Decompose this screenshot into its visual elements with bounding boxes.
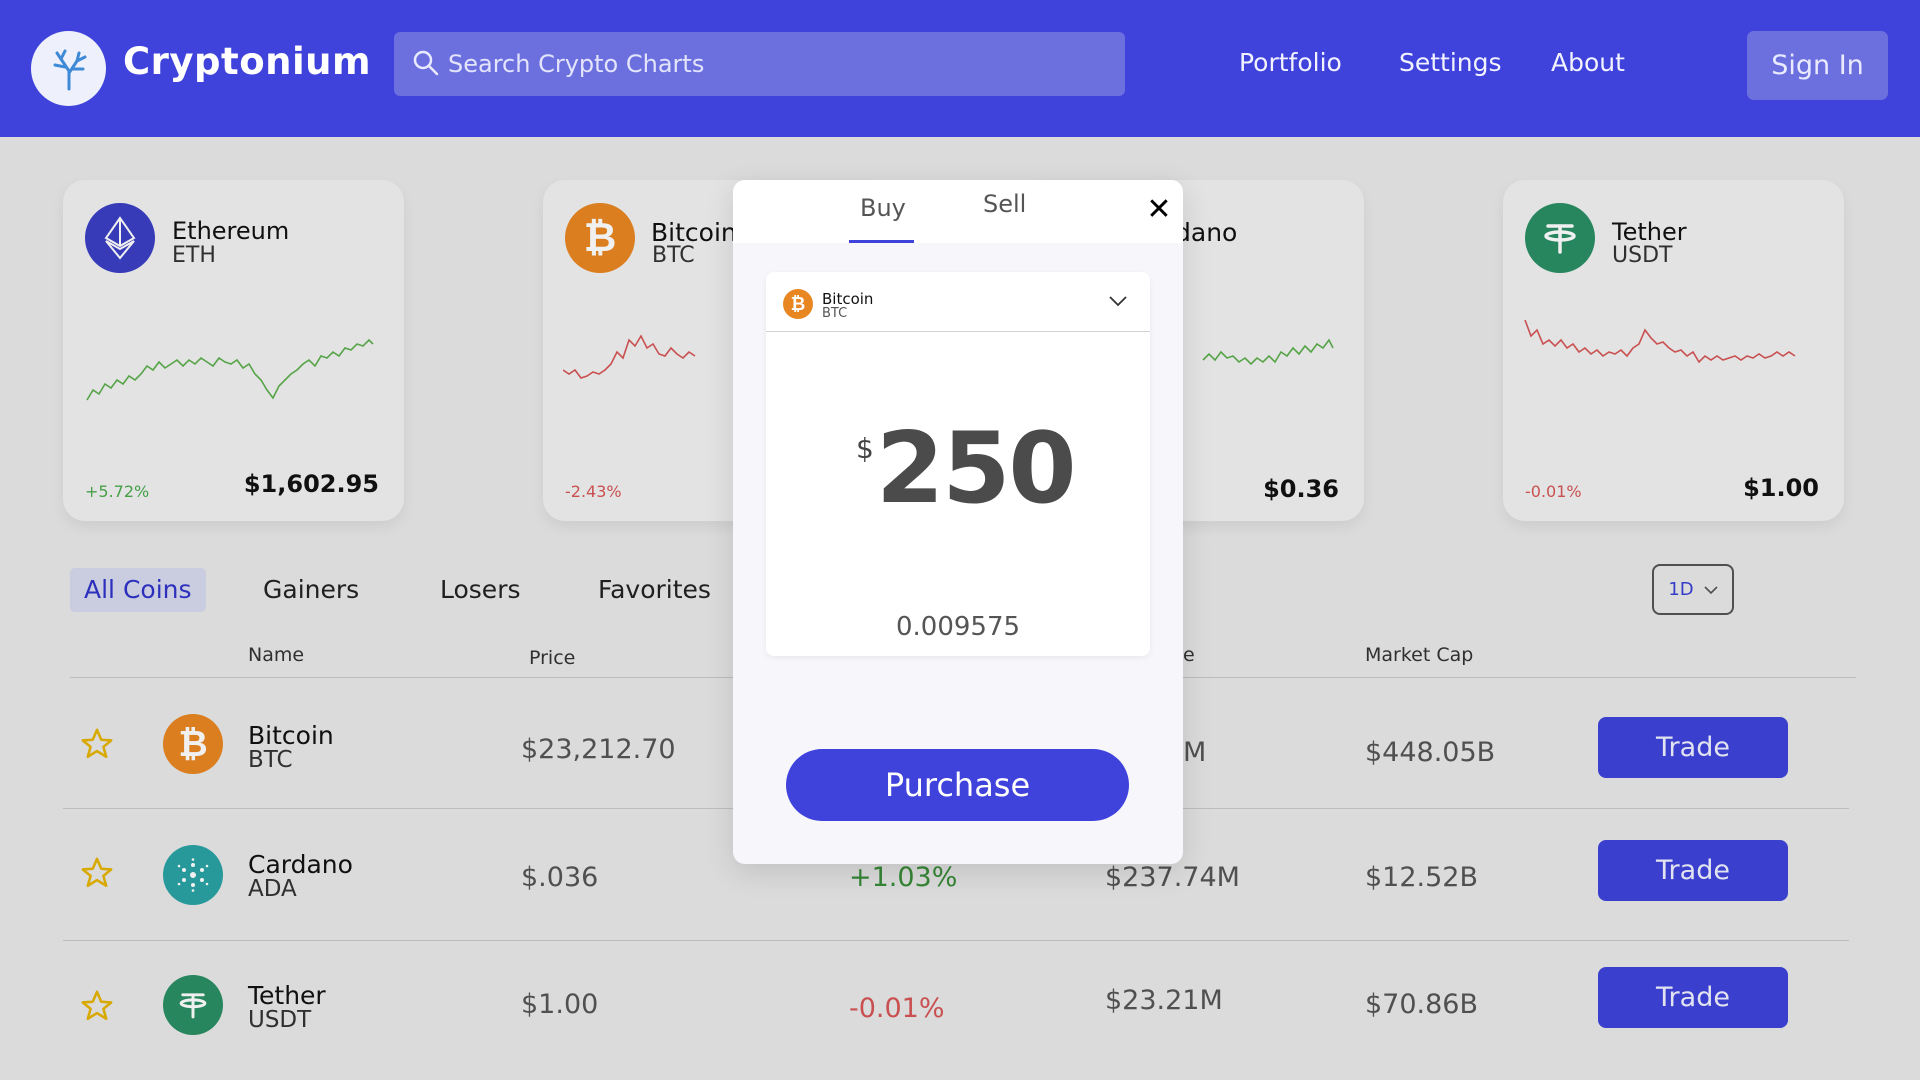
nav-settings[interactable]: Settings <box>1399 48 1502 77</box>
nav-about[interactable]: About <box>1551 48 1625 77</box>
purchase-button[interactable]: Purchase <box>786 749 1129 821</box>
asset-symbol: BTC <box>822 306 848 321</box>
modal-tab-bar: Buy Sell ✕ <box>733 180 1183 243</box>
bitcoin-icon: ₿ <box>783 289 813 319</box>
amount-input[interactable]: 250 <box>876 412 1077 526</box>
asset-dropdown[interactable]: ₿ Bitcoin BTC <box>766 272 1150 332</box>
currency-symbol: $ <box>856 432 874 465</box>
nav-portfolio[interactable]: Portfolio <box>1239 48 1342 77</box>
tab-sell[interactable]: Sell <box>983 190 1026 218</box>
search-icon <box>413 50 439 76</box>
active-tab-indicator <box>849 240 914 243</box>
crypto-amount: 0.009575 <box>895 612 1021 642</box>
coral-logo-icon[interactable] <box>31 31 106 106</box>
trade-modal: Buy Sell ✕ ₿ Bitcoin BTC $ 250 0.009575 … <box>733 180 1183 864</box>
chevron-down-icon <box>1109 296 1127 307</box>
amount-card: ₿ Bitcoin BTC $ 250 0.009575 <box>766 272 1150 656</box>
tab-buy[interactable]: Buy <box>860 194 906 222</box>
search-bar[interactable] <box>394 32 1125 96</box>
sign-in-button[interactable]: Sign In <box>1747 31 1888 100</box>
search-input[interactable] <box>448 32 1108 96</box>
top-navbar: Cryptonium Portfolio Settings About Sign… <box>0 0 1920 137</box>
close-icon[interactable]: ✕ <box>1144 195 1174 225</box>
brand-name[interactable]: Cryptonium <box>123 40 371 83</box>
